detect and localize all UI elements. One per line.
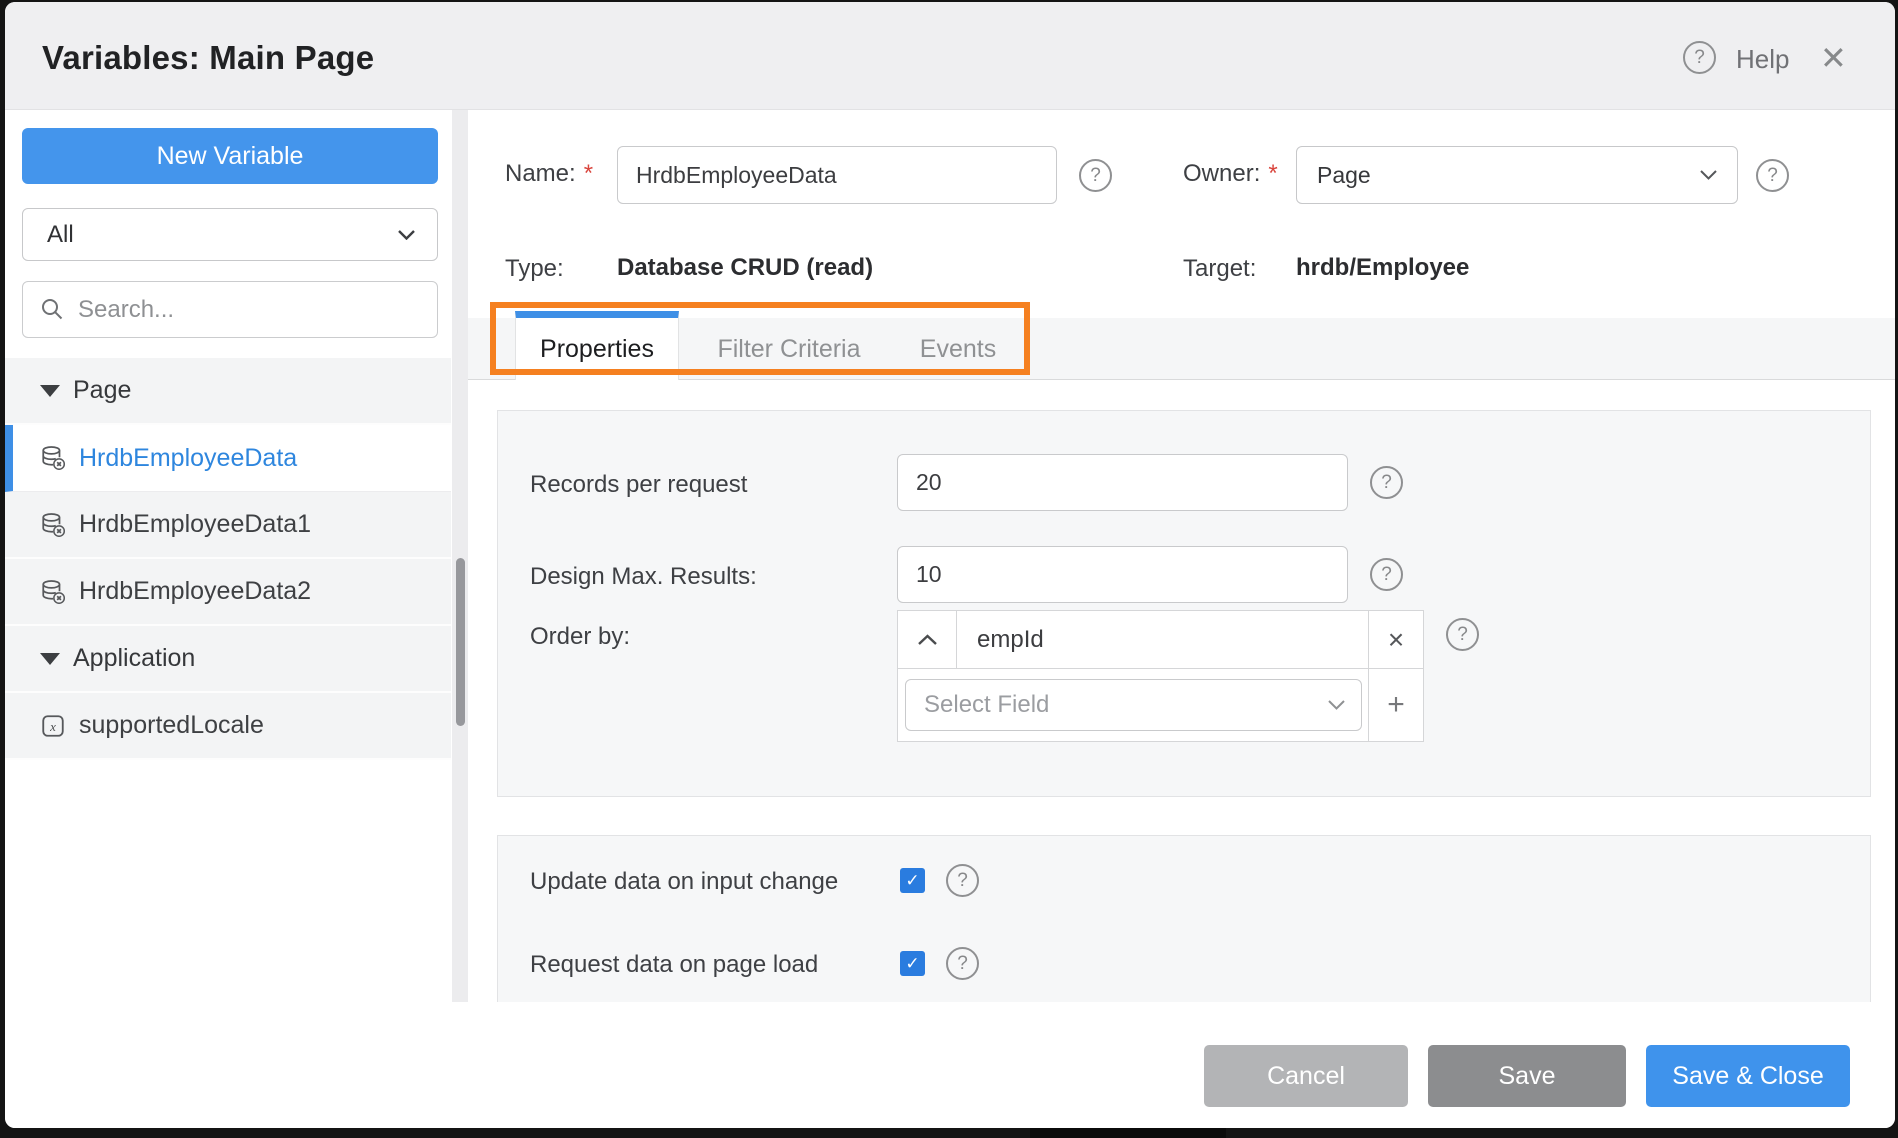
check-icon: ✓ xyxy=(905,954,919,974)
type-label: Type: xyxy=(505,255,564,283)
cancel-button[interactable]: Cancel xyxy=(1204,1045,1408,1107)
database-variable-icon xyxy=(40,512,66,538)
sort-direction-button[interactable] xyxy=(898,611,957,668)
sidebar-item-hrdbemployeedata[interactable]: HrdbEmployeeData xyxy=(5,425,451,492)
help-icon[interactable]: ? xyxy=(1446,618,1479,651)
add-icon: + xyxy=(1387,688,1405,722)
target-label: Target: xyxy=(1183,255,1256,283)
variable-filter-select[interactable]: All xyxy=(22,208,438,261)
checkbox-update-on-input-change[interactable]: ✓ xyxy=(900,868,925,893)
check-icon: ✓ xyxy=(905,871,919,891)
variable-label: HrdbEmployeeData2 xyxy=(79,577,311,606)
sidebar-item-hrdbemployeedata2[interactable]: HrdbEmployeeData2 xyxy=(5,559,451,626)
sidebar-item-supportedlocale[interactable]: x supportedLocale xyxy=(5,693,451,760)
save-button[interactable]: Save xyxy=(1428,1045,1626,1107)
name-label: Name:* xyxy=(505,160,593,188)
help-icon[interactable]: ? xyxy=(946,864,979,897)
select-field-wrap: Select Field xyxy=(898,669,1368,741)
request-on-page-load-label: Request data on page load xyxy=(530,951,818,979)
dialog-footer: Cancel Save Save & Close xyxy=(5,1002,1895,1128)
sidebar-item-hrdbemployeedata1[interactable]: HrdbEmployeeData1 xyxy=(5,492,451,559)
search-icon xyxy=(40,297,65,322)
help-icon[interactable]: ? xyxy=(1756,159,1789,192)
records-per-request-input[interactable] xyxy=(897,454,1348,511)
order-by-field-value: empId xyxy=(957,611,1368,668)
variable-label: HrdbEmployeeData xyxy=(79,444,297,473)
tab-filter-criteria[interactable]: Filter Criteria xyxy=(679,318,899,380)
variables-tree: Page HrdbEmployeeData HrdbEmployeeData1 … xyxy=(5,358,451,760)
help-icon[interactable]: ? xyxy=(1079,159,1112,192)
update-on-input-change-label: Update data on input change xyxy=(530,868,838,896)
owner-select-value: Page xyxy=(1317,162,1371,189)
database-variable-icon xyxy=(40,445,66,471)
chevron-up-icon xyxy=(917,634,938,646)
owner-select[interactable]: Page xyxy=(1296,146,1738,204)
order-by-label: Order by: xyxy=(530,623,630,651)
sidebar-group-page[interactable]: Page xyxy=(5,358,451,425)
svg-text:x: x xyxy=(49,718,56,733)
filter-select-value: All xyxy=(47,221,74,249)
remove-field-button[interactable]: × xyxy=(1368,611,1423,668)
model-variable-icon: x xyxy=(40,713,66,739)
chevron-down-icon xyxy=(1700,170,1717,180)
group-label: Page xyxy=(73,376,131,405)
add-field-button[interactable]: + xyxy=(1368,669,1423,741)
close-icon[interactable]: ✕ xyxy=(1820,38,1847,78)
help-icon[interactable]: ? xyxy=(1683,41,1716,74)
dialog-header: Variables: Main Page ? Help ✕ xyxy=(5,2,1895,110)
design-max-results-label: Design Max. Results: xyxy=(530,563,757,591)
required-marker: * xyxy=(584,160,593,187)
variable-label: supportedLocale xyxy=(79,711,264,740)
design-max-results-input[interactable] xyxy=(897,546,1348,603)
remove-icon: × xyxy=(1388,624,1404,656)
order-by-add-row: Select Field + xyxy=(898,669,1423,741)
variables-dialog: Variables: Main Page ? Help ✕ New Variab… xyxy=(5,2,1895,1128)
group-label: Application xyxy=(73,644,195,673)
order-by-widget: empId × Select Field + xyxy=(897,610,1424,742)
new-variable-button[interactable]: New Variable xyxy=(22,128,438,184)
help-icon[interactable]: ? xyxy=(946,947,979,980)
records-per-request-label: Records per request xyxy=(530,471,747,499)
dialog-title: Variables: Main Page xyxy=(42,39,374,77)
variable-label: HrdbEmployeeData1 xyxy=(79,510,311,539)
tab-events[interactable]: Events xyxy=(899,318,1017,380)
chevron-down-icon xyxy=(398,230,415,240)
caret-down-icon xyxy=(40,385,60,397)
sidebar-group-application[interactable]: Application xyxy=(5,626,451,693)
required-marker: * xyxy=(1268,160,1277,187)
name-input[interactable] xyxy=(617,146,1057,204)
sidebar-scrollbar-thumb[interactable] xyxy=(456,558,465,726)
checkbox-request-on-page-load[interactable]: ✓ xyxy=(900,951,925,976)
help-label[interactable]: Help xyxy=(1736,44,1789,75)
sidebar-scrollbar-track[interactable] xyxy=(452,110,468,1004)
help-icon[interactable]: ? xyxy=(1370,466,1403,499)
database-variable-icon xyxy=(40,579,66,605)
caret-down-icon xyxy=(40,653,60,665)
chevron-down-icon xyxy=(1328,700,1345,710)
search-input[interactable] xyxy=(78,296,408,324)
owner-label: Owner:* xyxy=(1183,160,1278,188)
save-and-close-button[interactable]: Save & Close xyxy=(1646,1045,1850,1107)
order-by-entry-row: empId × xyxy=(898,611,1423,669)
type-value: Database CRUD (read) xyxy=(617,254,873,282)
new-variable-label: New Variable xyxy=(157,142,304,171)
target-value: hrdb/Employee xyxy=(1296,254,1469,282)
tab-properties[interactable]: Properties xyxy=(515,311,679,380)
search-box[interactable] xyxy=(22,281,438,338)
help-icon[interactable]: ? xyxy=(1370,558,1403,591)
select-field-dropdown[interactable]: Select Field xyxy=(905,679,1362,731)
select-field-placeholder: Select Field xyxy=(924,691,1049,719)
